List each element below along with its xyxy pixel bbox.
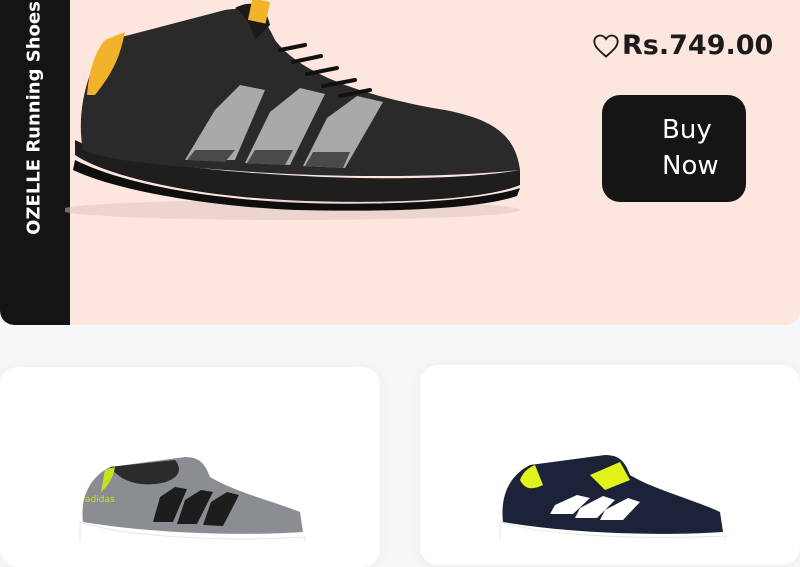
buy-now-button[interactable]: Buy Now bbox=[602, 95, 746, 202]
product-title-band: OZELLE Running Shoes bbox=[0, 0, 70, 325]
black-running-shoe-image bbox=[65, 0, 520, 220]
product-card[interactable] bbox=[420, 365, 800, 565]
svg-text:adidas: adidas bbox=[85, 495, 115, 505]
grey-running-shoe-image: adidas bbox=[79, 457, 306, 542]
product-price: Rs.749.00 bbox=[622, 30, 774, 61]
featured-product-banner: OZELLE Running Shoes Rs.749.00 Buy Now bbox=[0, 0, 800, 325]
heart-icon[interactable] bbox=[592, 32, 620, 60]
price-row: Rs.749.00 bbox=[592, 30, 773, 61]
buy-now-label-line2: Now bbox=[662, 150, 719, 181]
navy-running-shoe-image bbox=[499, 455, 726, 540]
buy-now-label-line1: Buy bbox=[662, 115, 712, 146]
product-title: OZELLE Running Shoes bbox=[23, 1, 45, 235]
product-card[interactable]: adidas bbox=[0, 367, 380, 567]
